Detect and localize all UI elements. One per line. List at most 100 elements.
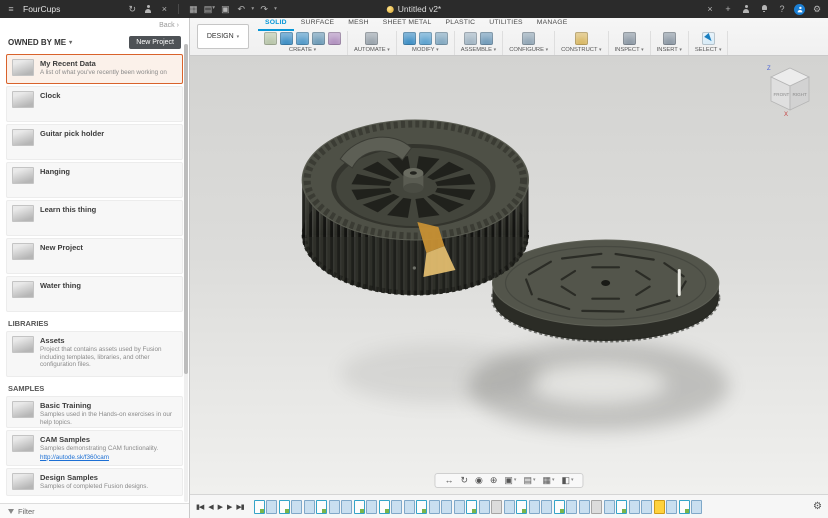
shell-icon[interactable] xyxy=(435,32,448,45)
share-user-icon[interactable] xyxy=(142,2,154,16)
close-document-icon[interactable]: × xyxy=(704,2,716,16)
timeline-feature-7[interactable] xyxy=(329,500,340,514)
timeline-feature-22[interactable] xyxy=(516,500,527,514)
app-grid-icon[interactable]: ▦ xyxy=(187,2,199,16)
timeline-feature-9[interactable] xyxy=(354,500,365,514)
tab-solid[interactable]: SOLID xyxy=(258,18,294,31)
tab-plastic[interactable]: PLASTIC xyxy=(439,18,483,31)
timeline-feature-5[interactable] xyxy=(304,500,315,514)
timeline-feature-28[interactable] xyxy=(591,500,602,514)
new-document-tab-icon[interactable]: + xyxy=(722,2,734,16)
undo-menu-icon[interactable]: ▾ xyxy=(251,6,254,12)
fillet-icon[interactable] xyxy=(419,32,432,45)
form-icon[interactable] xyxy=(328,32,341,45)
project-link[interactable]: http://autode.sk/f360cam xyxy=(40,454,158,461)
display-settings-icon[interactable]: ▤▾ xyxy=(523,476,535,485)
filter-bar[interactable]: Filter xyxy=(0,503,189,518)
timeline-feature-23[interactable] xyxy=(529,500,540,514)
timeline-feature-35[interactable] xyxy=(679,500,690,514)
collaborate-icon[interactable] xyxy=(740,2,752,16)
ribbon-menu-configure[interactable]: CONFIGURE ▾ xyxy=(509,47,548,53)
timeline-feature-24[interactable] xyxy=(541,500,552,514)
file-menu-icon[interactable]: ▤▾ xyxy=(203,2,215,16)
play-button[interactable]: ▶ xyxy=(218,503,222,511)
project-item-basic-training[interactable]: Basic Training Samples used in the Hands… xyxy=(6,396,183,428)
automate-icon[interactable] xyxy=(365,32,378,45)
timeline-settings-icon[interactable]: ⚙ xyxy=(813,501,822,512)
timeline-feature-10[interactable] xyxy=(366,500,377,514)
timeline-feature-3[interactable] xyxy=(279,500,290,514)
user-avatar[interactable] xyxy=(794,4,805,15)
grid-settings-icon[interactable]: ▦▾ xyxy=(542,476,554,485)
insert-icon[interactable] xyxy=(663,32,676,45)
project-item-water-thing[interactable]: Water thing xyxy=(6,276,183,312)
help-icon[interactable]: ? xyxy=(776,2,788,16)
project-item-learn-this-thing[interactable]: Learn this thing xyxy=(6,200,183,236)
look-at-icon[interactable]: ◉ xyxy=(475,476,483,485)
project-item-my-recent-data[interactable]: My Recent Data A list of what you've rec… xyxy=(6,54,183,84)
timeline-feature-36[interactable] xyxy=(691,500,702,514)
app-menu-icon[interactable]: ≡ xyxy=(5,2,17,16)
timeline-feature-31[interactable] xyxy=(629,500,640,514)
step-forward-button[interactable]: ▶ xyxy=(227,503,231,511)
timeline-feature-29[interactable] xyxy=(604,500,615,514)
sweep-icon[interactable] xyxy=(312,32,325,45)
owned-by-me-dropdown[interactable]: OWNED BY ME▾ xyxy=(8,38,72,47)
timeline-feature-1[interactable] xyxy=(254,500,265,514)
job-status-gear-icon[interactable]: ⚙ xyxy=(811,2,823,16)
tab-surface[interactable]: SURFACE xyxy=(294,18,342,31)
lid-body[interactable] xyxy=(492,240,718,341)
zoom-icon[interactable]: ⊕ xyxy=(490,476,498,485)
timeline-feature-16[interactable] xyxy=(441,500,452,514)
timeline-feature-12[interactable] xyxy=(391,500,402,514)
orbit-icon[interactable]: ↻ xyxy=(460,476,468,485)
new-project-button[interactable]: New Project xyxy=(129,36,181,49)
redo-menu-icon[interactable]: ▾ xyxy=(274,6,277,12)
timeline-feature-19[interactable] xyxy=(479,500,490,514)
timeline-feature-18[interactable] xyxy=(466,500,477,514)
viewport-layout-icon[interactable]: ◧▾ xyxy=(562,476,574,485)
tab-utilities[interactable]: UTILITIES xyxy=(482,18,530,31)
timeline-feature-30[interactable] xyxy=(616,500,627,514)
timeline-feature-17[interactable] xyxy=(454,500,465,514)
gear-body[interactable] xyxy=(302,120,528,295)
configure-icon[interactable] xyxy=(522,32,535,45)
step-back-button[interactable]: ◀ xyxy=(208,503,212,511)
scrollbar-thumb[interactable] xyxy=(184,44,188,374)
timeline-feature-4[interactable] xyxy=(291,500,302,514)
skip-to-end-button[interactable]: ▶▮ xyxy=(236,503,243,511)
construct-plane-icon[interactable] xyxy=(575,32,588,45)
tab-manage[interactable]: MANAGE xyxy=(530,18,575,31)
fit-view-icon[interactable]: ▣▾ xyxy=(504,476,516,485)
ribbon-menu-insert[interactable]: INSERT ▾ xyxy=(657,47,682,53)
measure-icon[interactable] xyxy=(623,32,636,45)
revolve-icon[interactable] xyxy=(296,32,309,45)
notifications-bell-icon[interactable] xyxy=(758,2,770,16)
create-sketch-icon[interactable] xyxy=(264,32,277,45)
joint-icon[interactable] xyxy=(480,32,493,45)
timeline-feature-26[interactable] xyxy=(566,500,577,514)
undo-icon[interactable]: ↶ xyxy=(235,2,247,16)
ribbon-menu-automate[interactable]: AUTOMATE ▾ xyxy=(354,47,390,53)
timeline-feature-14[interactable] xyxy=(416,500,427,514)
tab-mesh[interactable]: MESH xyxy=(341,18,375,31)
timeline-feature-32[interactable] xyxy=(641,500,652,514)
project-item-hanging[interactable]: Hanging xyxy=(6,162,183,198)
view-cube[interactable]: Z FRONT RIGHT X xyxy=(762,61,818,117)
press-pull-icon[interactable] xyxy=(403,32,416,45)
project-item-guitar-pick-holder[interactable]: Guitar pick holder xyxy=(6,124,183,160)
timeline-feature-13[interactable] xyxy=(404,500,415,514)
sync-icon[interactable]: ↻ xyxy=(126,2,138,16)
timeline-feature-25[interactable] xyxy=(554,500,565,514)
timeline-feature-20[interactable] xyxy=(491,500,502,514)
project-item-assets[interactable]: Assets Project that contains assets used… xyxy=(6,331,183,377)
timeline-feature-21[interactable] xyxy=(504,500,515,514)
timeline-feature-34[interactable] xyxy=(666,500,677,514)
project-item-cam-samples[interactable]: CAM Samples Samples demonstrating CAM fu… xyxy=(6,430,183,466)
design-workspace-button[interactable]: DESIGN▾ xyxy=(197,24,249,49)
timeline-feature-6[interactable] xyxy=(316,500,327,514)
timeline-feature-2[interactable] xyxy=(266,500,277,514)
ribbon-menu-construct[interactable]: CONSTRUCT ▾ xyxy=(561,47,601,53)
select-icon[interactable] xyxy=(702,32,715,45)
ribbon-menu-select[interactable]: SELECT ▾ xyxy=(695,47,722,53)
